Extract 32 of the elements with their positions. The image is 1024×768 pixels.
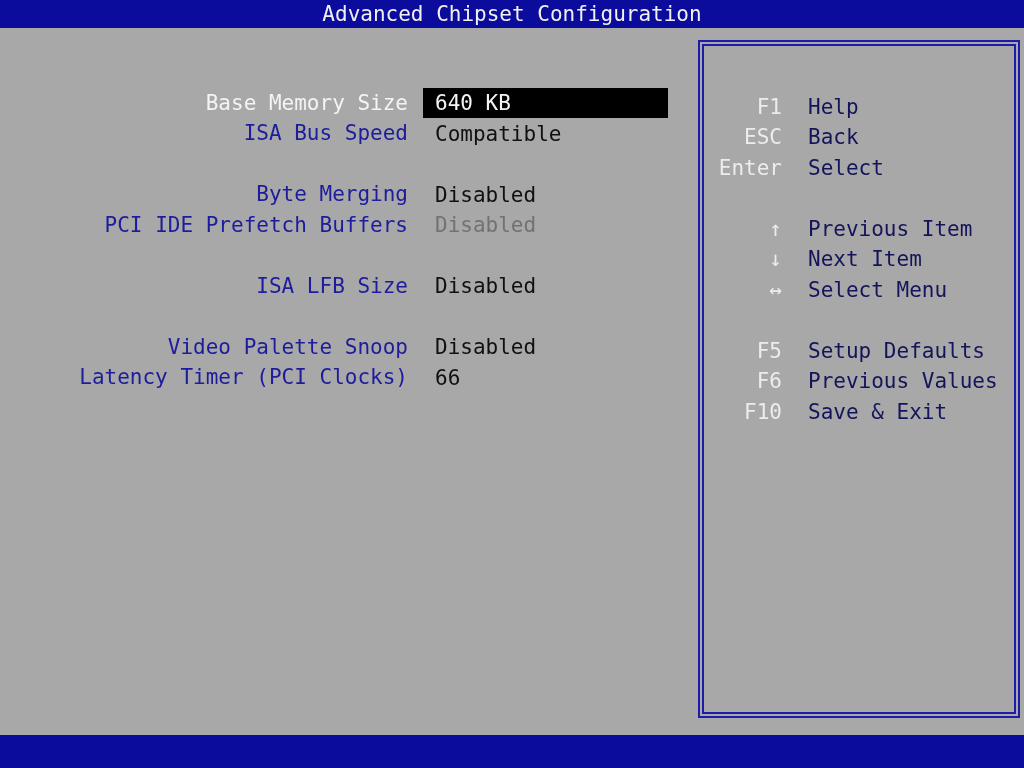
key-action: Select xyxy=(808,154,884,182)
key-label: ↔ xyxy=(768,276,782,304)
key-label: ↑ xyxy=(768,215,782,243)
key-action: Next Item xyxy=(808,246,922,273)
key-action: Previous Values xyxy=(808,368,998,395)
key-action: Help xyxy=(808,93,859,121)
setting-label: Video Palette Snoop xyxy=(166,333,408,361)
setting-label: ISA Bus Speed xyxy=(242,120,408,147)
key-label: F1 xyxy=(755,93,782,121)
key-label: ESC xyxy=(743,124,782,151)
setting-value[interactable]: Disabled xyxy=(423,271,668,302)
key-label: ↓ xyxy=(768,246,782,273)
setting-label: PCI IDE Prefetch Buffers xyxy=(103,211,408,239)
key-action: Back xyxy=(808,124,859,151)
setting-value[interactable]: Disabled xyxy=(423,332,668,363)
setting-label: Latency Timer (PCI Clocks) xyxy=(78,364,408,391)
key-label: F6 xyxy=(755,368,782,395)
setting-label: Base Memory Size xyxy=(204,89,408,117)
key-action: Select Menu xyxy=(808,276,948,304)
key-action: Previous Item xyxy=(808,215,973,243)
key-label: Enter xyxy=(717,154,782,182)
key-action: Save & Exit xyxy=(808,398,948,426)
screen-title: Advanced Chipset Configuration xyxy=(322,1,702,28)
key-label: F10 xyxy=(743,398,782,426)
key-label: F5 xyxy=(755,337,782,365)
key-action: Setup Defaults xyxy=(808,337,985,365)
setting-label: ISA LFB Size xyxy=(255,272,408,300)
setting-label: Byte Merging xyxy=(255,181,408,208)
setting-value[interactable]: 66 xyxy=(423,362,668,393)
setting-value[interactable]: 640 KB xyxy=(423,88,668,119)
setting-value[interactable]: Compatible xyxy=(423,118,668,149)
setting-value[interactable]: Disabled xyxy=(423,179,668,210)
